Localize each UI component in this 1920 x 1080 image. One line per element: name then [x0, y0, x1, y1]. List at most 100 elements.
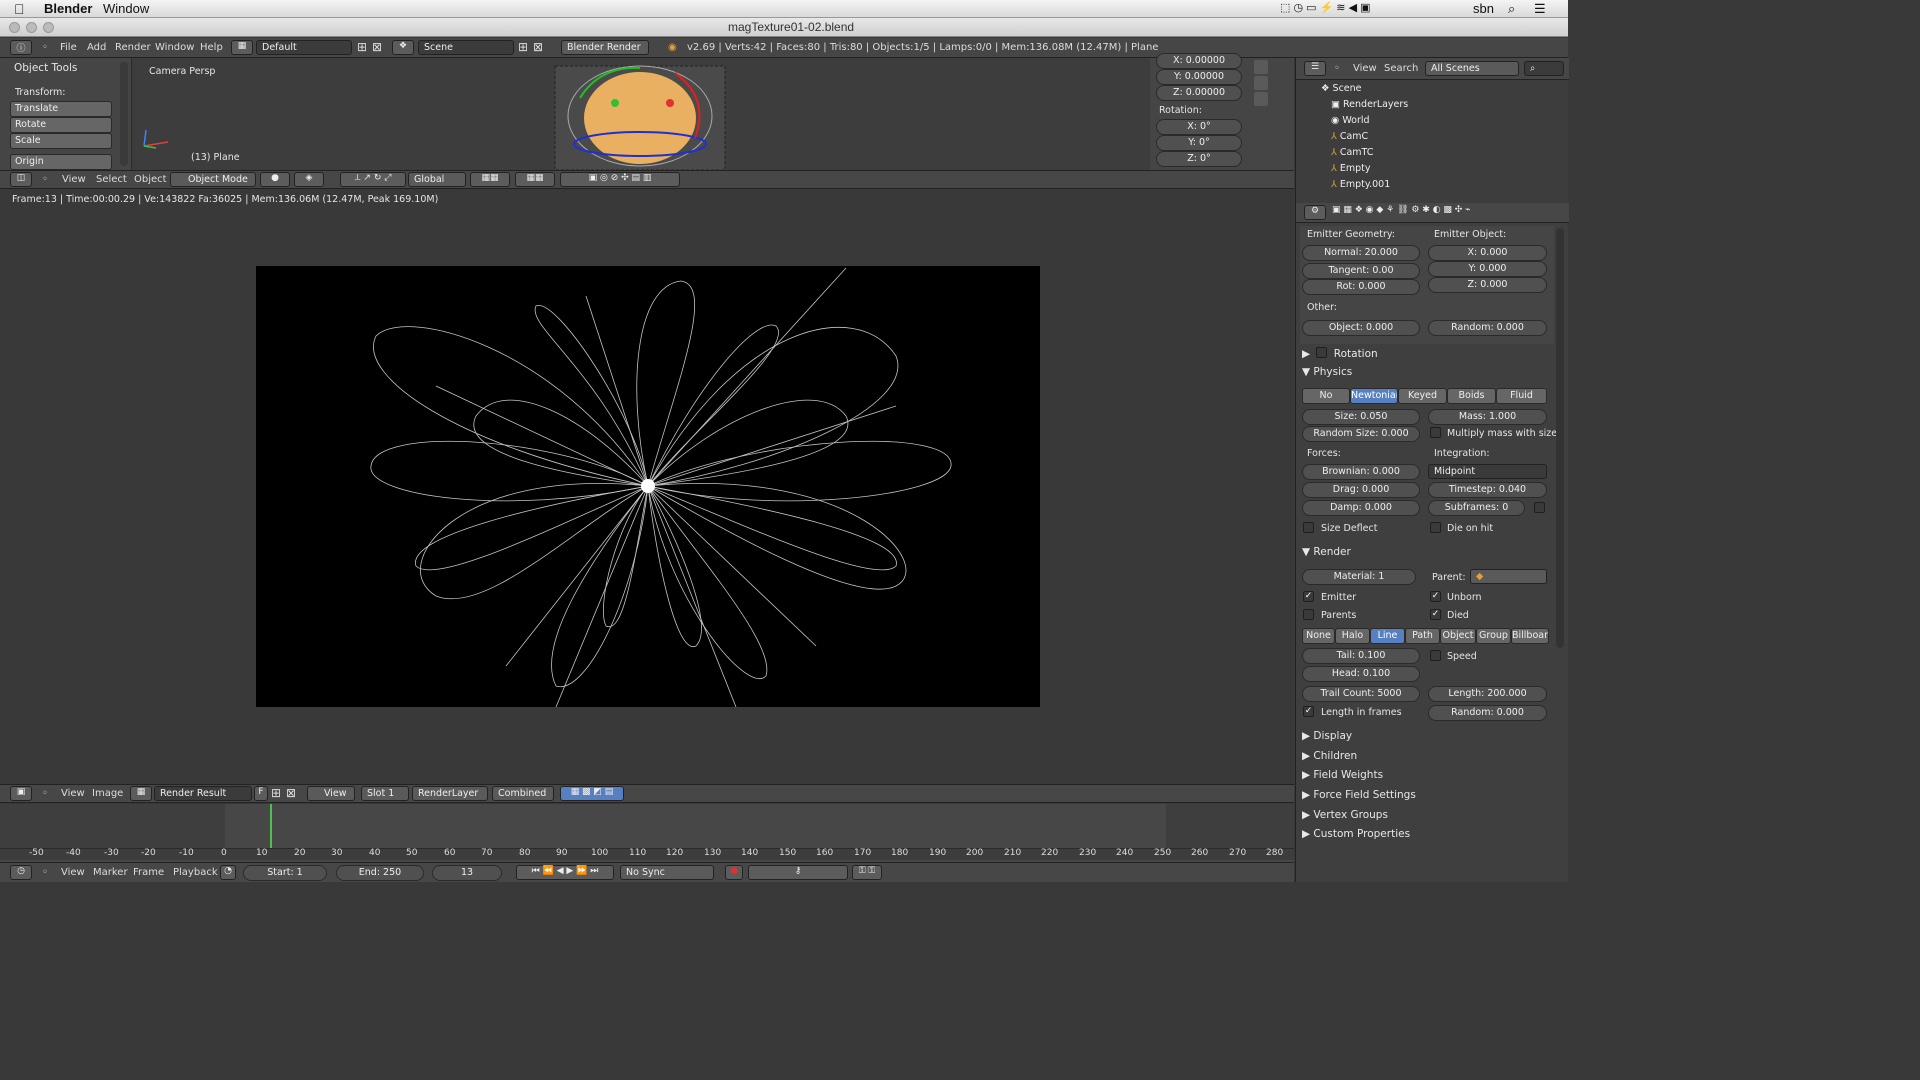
outliner-row[interactable]: ⅄ CamTC	[1301, 147, 1555, 163]
children-section-header[interactable]: ▶ Children	[1302, 750, 1357, 762]
image-editor-type-icon[interactable]: ▣	[10, 786, 32, 801]
display-channels-icons[interactable]: ▦ ▩ ◩ ▤	[560, 786, 624, 801]
timeline[interactable]	[0, 804, 1294, 862]
current-frame-field[interactable]: 13	[432, 865, 502, 881]
render-layer-selector[interactable]: RenderLayer	[412, 786, 488, 801]
playback-controls-icons[interactable]: ⏮ ⏪ ◀ ▶ ⏩ ⏭	[516, 865, 614, 880]
end-frame-field[interactable]: End: 250	[336, 865, 424, 881]
pivot-icon[interactable]: ◈	[294, 172, 324, 187]
tool-shelf-title[interactable]: Object Tools	[14, 62, 77, 74]
render-group-button[interactable]: Group	[1476, 628, 1511, 644]
3d-scene-preview[interactable]	[505, 58, 755, 170]
emitter-z-field[interactable]: Z: 0.000	[1428, 277, 1547, 293]
zoom-window-button[interactable]	[43, 22, 54, 33]
minimize-window-button[interactable]	[26, 22, 37, 33]
normal-field[interactable]: Normal: 20.000	[1302, 245, 1420, 261]
marker-menu[interactable]: Marker	[93, 867, 128, 878]
render-engine-selector[interactable]: Blender Render	[561, 40, 649, 55]
slot-selector[interactable]: Slot 1	[361, 786, 409, 801]
scene-selector[interactable]: Scene	[418, 40, 514, 55]
remove-scene-icon[interactable]: ⊠	[533, 40, 543, 54]
render-object-button[interactable]: Object	[1440, 628, 1476, 644]
apple-icon[interactable]: 	[14, 1, 25, 17]
menu-add[interactable]: Add	[87, 42, 106, 53]
vertex-groups-section-header[interactable]: ▶ Vertex Groups	[1302, 809, 1388, 821]
remove-layout-icon[interactable]: ⊠	[372, 40, 382, 54]
orientation-selector[interactable]: Global	[408, 172, 466, 187]
size-field[interactable]: Size: 0.050	[1302, 409, 1420, 425]
render-none-button[interactable]: None	[1302, 628, 1335, 644]
menu-help[interactable]: Help	[200, 42, 223, 53]
record-icon[interactable]: ●	[725, 865, 743, 880]
context-tab-icons[interactable]: ▣ ▦ ❖ ◉ ◆ ⚘ ⛓ ⚙ ✱ ◐ ▩ ✣ ⌁	[1332, 205, 1522, 220]
image-browse-icon[interactable]: ▦	[130, 786, 152, 801]
frame-menu[interactable]: Frame	[133, 867, 164, 878]
unlink-image-icon[interactable]: ⊠	[286, 786, 296, 800]
timestep-field[interactable]: Timestep: 0.040	[1428, 482, 1547, 498]
force-field-section-header[interactable]: ▶ Force Field Settings	[1302, 789, 1416, 801]
add-layout-icon[interactable]: ⊞	[357, 40, 367, 54]
subframes-field[interactable]: Subframes: 0	[1428, 500, 1525, 516]
rotation-checkbox[interactable]	[1316, 347, 1328, 358]
tangent-field[interactable]: Tangent: 0.00	[1302, 263, 1420, 279]
outliner-search-menu[interactable]: Search	[1384, 63, 1418, 74]
drag-field[interactable]: Drag: 0.000	[1302, 482, 1420, 498]
mass-field[interactable]: Mass: 1.000	[1428, 409, 1547, 425]
add-scene-icon[interactable]: ⊞	[518, 40, 528, 54]
new-image-icon[interactable]: ⊞	[271, 786, 281, 800]
notification-icon[interactable]: ☰	[1534, 1, 1546, 17]
subframes-checkbox[interactable]	[1534, 502, 1545, 513]
length-in-frames-checkbox[interactable]: ✓	[1303, 706, 1314, 717]
layers2-icon[interactable]: ▦▦	[515, 172, 555, 187]
emitter-checkbox[interactable]: ✓	[1303, 591, 1314, 602]
died-checkbox[interactable]: ✓	[1430, 609, 1441, 620]
info-editor-type-icon[interactable]: ⓘ	[10, 40, 32, 55]
render-line-button[interactable]: Line	[1370, 628, 1405, 644]
rot-field[interactable]: Rot: 0.000	[1302, 279, 1420, 295]
outliner-search-field[interactable]: ⌕	[1524, 61, 1564, 76]
view-menu[interactable]: View	[62, 174, 86, 185]
location-y-field[interactable]: Y: 0.00000	[1156, 69, 1242, 85]
tail-field[interactable]: Tail: 0.100	[1302, 648, 1420, 664]
outliner-row[interactable]: ❖ Scene	[1301, 83, 1555, 99]
render-pass-selector[interactable]: Combined	[492, 786, 554, 801]
outliner-row[interactable]: ⅄ Empty	[1301, 163, 1555, 179]
head-field[interactable]: Head: 0.100	[1302, 666, 1420, 682]
menu-render[interactable]: Render	[115, 42, 151, 53]
collapse-icon[interactable]: ◦	[42, 42, 48, 53]
app-menu[interactable]: Blender	[44, 1, 92, 16]
random-length-field[interactable]: Random: 0.000	[1428, 705, 1547, 721]
material-field[interactable]: Material: 1	[1302, 569, 1416, 585]
window-menu[interactable]: Window	[103, 1, 149, 16]
integration-selector[interactable]: Midpoint	[1428, 464, 1547, 479]
outliner-filter-selector[interactable]: All Scenes	[1425, 61, 1519, 76]
outliner-row[interactable]: ▣ RenderLayers	[1301, 99, 1555, 115]
fake-user-button[interactable]: F	[254, 786, 268, 801]
collapse-icon[interactable]: ◦	[42, 788, 48, 799]
parents-checkbox[interactable]	[1303, 609, 1314, 620]
user-name[interactable]: sbn	[1473, 1, 1494, 16]
field-weights-section-header[interactable]: ▶ Field Weights	[1302, 769, 1383, 781]
display-section-header[interactable]: ▶ Display	[1302, 730, 1352, 742]
random-field[interactable]: Random: 0.000	[1428, 320, 1547, 336]
location-z-field[interactable]: Z: 0.00000	[1156, 85, 1242, 101]
scale-button[interactable]: Scale	[10, 133, 112, 149]
lock-icons[interactable]	[1254, 58, 1268, 170]
spotlight-icon[interactable]: ⌕	[1508, 1, 1515, 17]
keyframe-icons[interactable]: ⚿ ⚿	[852, 865, 882, 880]
scene-icon[interactable]: ❖	[392, 40, 414, 55]
rotation-y-field[interactable]: Y: 0°	[1156, 135, 1242, 151]
trail-count-field[interactable]: Trail Count: 5000	[1302, 686, 1420, 702]
collapse-icon[interactable]: ◦	[42, 174, 48, 185]
render-billboard-button[interactable]: Billboard	[1511, 628, 1549, 644]
shading-icon[interactable]: ●	[260, 172, 290, 187]
collapse-icon[interactable]: ◦	[42, 867, 48, 878]
keying-set-icon[interactable]: ⚷	[748, 865, 848, 880]
render-halo-button[interactable]: Halo	[1335, 628, 1370, 644]
physics-keyed-button[interactable]: Keyed	[1398, 388, 1447, 404]
image-name-field[interactable]: Render Result	[154, 786, 252, 801]
length-field[interactable]: Length: 200.000	[1428, 686, 1547, 702]
rotation-z-field[interactable]: Z: 0°	[1156, 151, 1242, 167]
rotation-x-field[interactable]: X: 0°	[1156, 119, 1242, 135]
properties-editor-type-icon[interactable]: ⚙	[1304, 205, 1326, 220]
